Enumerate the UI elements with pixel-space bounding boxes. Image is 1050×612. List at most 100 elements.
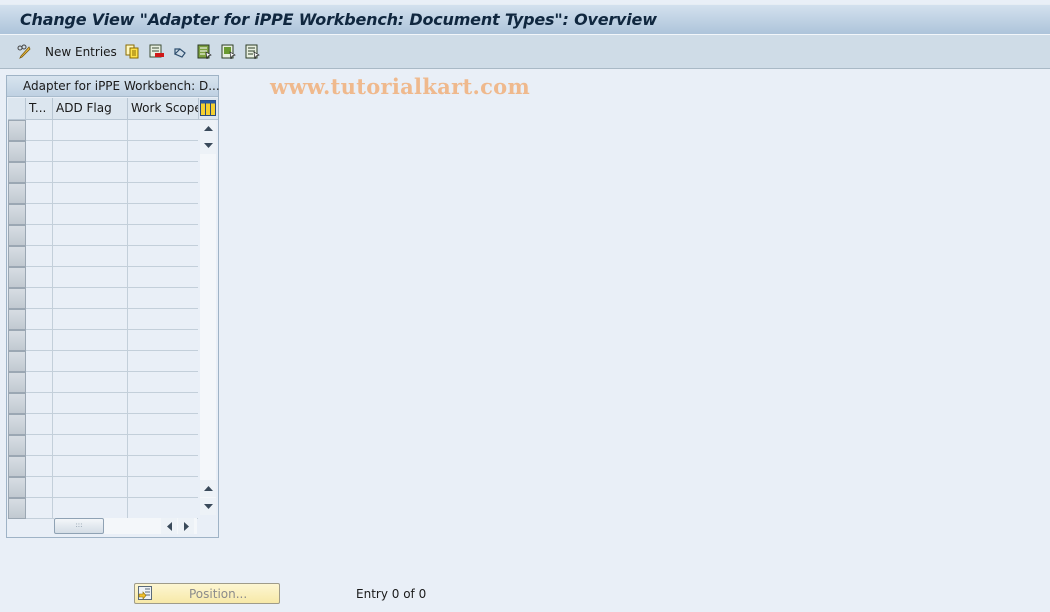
scroll-right-button[interactable] — [178, 518, 194, 534]
horizontal-scroll-thumb[interactable]: ::: — [54, 518, 104, 534]
table-row[interactable] — [26, 351, 198, 372]
cell-work-scope[interactable] — [128, 372, 199, 393]
cell-work-scope[interactable] — [128, 414, 199, 435]
cell-add-flag[interactable] — [53, 141, 128, 162]
deselect-all-button[interactable] — [245, 43, 260, 60]
cell-work-scope[interactable] — [128, 456, 199, 477]
cell-work-scope[interactable] — [128, 183, 199, 204]
undo-change-button[interactable] — [173, 43, 188, 60]
table-row[interactable] — [26, 141, 198, 162]
cell-type[interactable] — [26, 351, 53, 372]
row-selector[interactable] — [8, 267, 26, 288]
table-row[interactable] — [26, 120, 198, 141]
cell-add-flag[interactable] — [53, 351, 128, 372]
vertical-scrollbar[interactable] — [200, 120, 216, 515]
cell-type[interactable] — [26, 141, 53, 162]
row-selector[interactable] — [8, 435, 26, 456]
row-selector[interactable] — [8, 351, 26, 372]
row-selector[interactable] — [8, 477, 26, 498]
cell-work-scope[interactable] — [128, 120, 199, 141]
cell-type[interactable] — [26, 183, 53, 204]
cell-work-scope[interactable] — [128, 351, 199, 372]
scroll-page-up-button[interactable] — [200, 480, 216, 497]
delete-button[interactable] — [149, 43, 164, 60]
cell-type[interactable] — [26, 204, 53, 225]
cell-add-flag[interactable] — [53, 435, 128, 456]
table-row[interactable] — [26, 288, 198, 309]
row-selector[interactable] — [8, 225, 26, 246]
row-selector[interactable] — [8, 204, 26, 225]
table-row[interactable] — [26, 330, 198, 351]
cell-work-scope[interactable] — [128, 288, 199, 309]
column-header-work-scope[interactable]: Work Scope — [128, 98, 199, 120]
table-row[interactable] — [26, 204, 198, 225]
row-selector[interactable] — [8, 498, 26, 519]
cell-add-flag[interactable] — [53, 246, 128, 267]
position-button[interactable]: Position... — [134, 583, 280, 604]
cell-add-flag[interactable] — [53, 225, 128, 246]
horizontal-scrollbar[interactable]: ::: — [54, 518, 197, 534]
cell-type[interactable] — [26, 435, 53, 456]
cell-add-flag[interactable] — [53, 162, 128, 183]
table-row[interactable] — [26, 393, 198, 414]
row-selector[interactable] — [8, 246, 26, 267]
column-header-add-flag[interactable]: ADD Flag — [53, 98, 128, 120]
cell-add-flag[interactable] — [53, 309, 128, 330]
cell-add-flag[interactable] — [53, 477, 128, 498]
cell-add-flag[interactable] — [53, 414, 128, 435]
cell-work-scope[interactable] — [128, 330, 199, 351]
cell-type[interactable] — [26, 393, 53, 414]
row-selector[interactable] — [8, 309, 26, 330]
cell-work-scope[interactable] — [128, 498, 199, 519]
cell-work-scope[interactable] — [128, 309, 199, 330]
select-all-rows-cell[interactable] — [8, 98, 26, 120]
cell-type[interactable] — [26, 456, 53, 477]
row-selector[interactable] — [8, 288, 26, 309]
cell-add-flag[interactable] — [53, 120, 128, 141]
cell-work-scope[interactable] — [128, 141, 199, 162]
cell-type[interactable] — [26, 414, 53, 435]
new-entries-button[interactable]: New Entries — [45, 43, 117, 60]
cell-type[interactable] — [26, 225, 53, 246]
column-header-type[interactable]: T... — [26, 98, 53, 120]
display-change-button[interactable] — [17, 43, 32, 60]
table-row[interactable] — [26, 246, 198, 267]
select-block-button[interactable] — [221, 43, 236, 60]
cell-add-flag[interactable] — [53, 456, 128, 477]
cell-work-scope[interactable] — [128, 393, 199, 414]
cell-type[interactable] — [26, 498, 53, 519]
row-selector[interactable] — [8, 414, 26, 435]
table-row[interactable] — [26, 498, 198, 519]
cell-add-flag[interactable] — [53, 372, 128, 393]
scroll-up-button[interactable] — [200, 120, 216, 137]
table-row[interactable] — [26, 414, 198, 435]
cell-type[interactable] — [26, 330, 53, 351]
cell-work-scope[interactable] — [128, 435, 199, 456]
row-selector[interactable] — [8, 183, 26, 204]
cell-work-scope[interactable] — [128, 225, 199, 246]
row-selector[interactable] — [8, 162, 26, 183]
row-selector[interactable] — [8, 393, 26, 414]
cell-add-flag[interactable] — [53, 330, 128, 351]
table-row[interactable] — [26, 477, 198, 498]
row-selector[interactable] — [8, 141, 26, 162]
cell-type[interactable] — [26, 372, 53, 393]
scroll-left-button[interactable] — [161, 518, 177, 534]
table-row[interactable] — [26, 225, 198, 246]
table-row[interactable] — [26, 309, 198, 330]
cell-add-flag[interactable] — [53, 204, 128, 225]
cell-type[interactable] — [26, 267, 53, 288]
scroll-down-button[interactable] — [200, 137, 216, 154]
cell-work-scope[interactable] — [128, 246, 199, 267]
cell-work-scope[interactable] — [128, 477, 199, 498]
table-row[interactable] — [26, 456, 198, 477]
cell-add-flag[interactable] — [53, 183, 128, 204]
copy-as-button[interactable] — [125, 43, 140, 60]
table-row[interactable] — [26, 435, 198, 456]
table-row[interactable] — [26, 183, 198, 204]
cell-work-scope[interactable] — [128, 267, 199, 288]
cell-add-flag[interactable] — [53, 498, 128, 519]
cell-type[interactable] — [26, 162, 53, 183]
row-selector[interactable] — [8, 456, 26, 477]
table-row[interactable] — [26, 162, 198, 183]
